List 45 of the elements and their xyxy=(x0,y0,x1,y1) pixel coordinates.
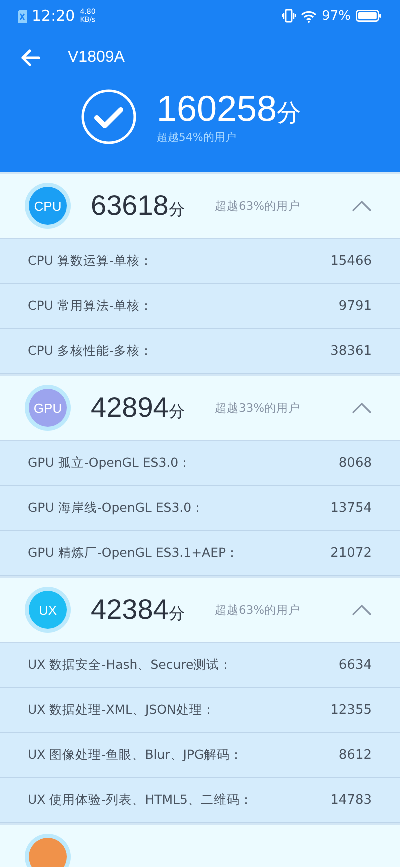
battery-level: 97% xyxy=(322,8,351,24)
row-label: GPU 海岸线-OpenGL ES3.0： xyxy=(28,500,205,516)
row-label: UX 图像处理-鱼眼、Blur、JPG解码： xyxy=(28,746,244,764)
score-unit: 分 xyxy=(168,604,185,625)
back-arrow-icon xyxy=(20,49,40,67)
row-value: 13754 xyxy=(330,500,372,516)
total-score: 160258 xyxy=(156,88,278,130)
category-icon: UX xyxy=(29,591,67,629)
battery-icon xyxy=(356,10,382,22)
page-title: V1809A xyxy=(68,49,125,67)
checkmark-circle-icon xyxy=(80,88,137,144)
wifi-icon xyxy=(301,10,318,22)
percentile-text: 超越54%的用户 xyxy=(156,130,238,145)
row-value: 9791 xyxy=(338,298,372,314)
percentile-text: 超越33%的用户 xyxy=(215,400,302,416)
row-label: GPU 孤立-OpenGL ES3.0： xyxy=(28,454,192,472)
row-value: 14783 xyxy=(330,792,372,808)
vibrate-icon xyxy=(282,9,296,23)
row-value: 8612 xyxy=(338,748,372,762)
row-value: 6634 xyxy=(338,658,372,672)
row-label: UX 数据处理-XML、JSON处理： xyxy=(28,702,216,718)
category-score: 42894 xyxy=(91,392,169,424)
row-value: 15466 xyxy=(330,254,372,268)
percentile-text: 超越63%的用户 xyxy=(215,602,302,618)
row-label: CPU 常用算法-单核： xyxy=(28,298,153,314)
score-unit: 分 xyxy=(277,98,302,129)
row-value: 38361 xyxy=(330,344,372,358)
row-label: CPU 算数运算-单核： xyxy=(28,252,153,270)
category-icon: CPU xyxy=(29,187,67,225)
row-value: 8068 xyxy=(338,456,372,470)
back-button[interactable] xyxy=(20,49,40,67)
row-value: 21072 xyxy=(330,546,372,560)
category-icon: GPU xyxy=(29,389,67,427)
category-score: 63618 xyxy=(91,190,169,222)
score-unit: 分 xyxy=(168,402,185,423)
clock: 12:20 xyxy=(32,7,76,25)
category-score: 42384 xyxy=(91,594,169,626)
row-label: UX 数据安全-Hash、Secure测试： xyxy=(28,656,233,674)
score-unit: 分 xyxy=(168,200,185,221)
row-value: 12355 xyxy=(330,702,372,718)
row-label: UX 使用体验-列表、HTML5、二维码： xyxy=(28,792,253,808)
row-label: GPU 精炼厂-OpenGL ES3.1+AEP： xyxy=(28,544,240,562)
row-label: CPU 多核性能-多核： xyxy=(28,342,153,360)
percentile-text: 超越63%的用户 xyxy=(215,198,302,214)
sim-card-icon xyxy=(18,10,27,22)
